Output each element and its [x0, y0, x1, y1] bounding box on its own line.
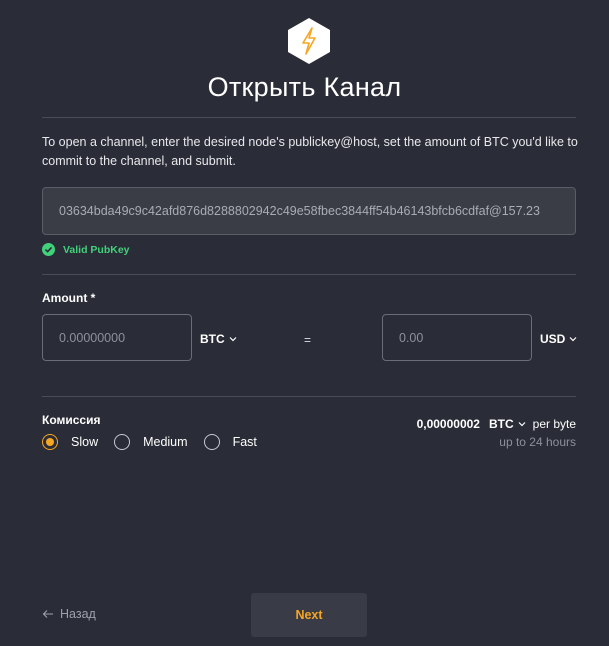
- equals-sign: =: [304, 333, 312, 347]
- intro-text: To open a channel, enter the desired nod…: [42, 135, 578, 168]
- back-label: Назад: [60, 607, 96, 621]
- fee-option-label: Fast: [232, 435, 257, 449]
- chevron-down-icon: [518, 422, 526, 427]
- fee-option-slow[interactable]: Slow: [42, 434, 98, 450]
- crypto-unit-label: BTC: [200, 332, 225, 346]
- check-circle-icon: [42, 243, 55, 256]
- next-button[interactable]: Next: [251, 593, 367, 637]
- divider: [42, 274, 576, 275]
- fee-label: Комиссия: [42, 413, 101, 427]
- chevron-down-icon: [569, 337, 577, 342]
- fiat-unit-label: USD: [540, 332, 566, 346]
- btc-amount-input[interactable]: 0.00000000: [42, 314, 192, 361]
- fee-option-label: Slow: [71, 435, 99, 449]
- lightning-hexagon-icon: [288, 18, 330, 64]
- radio-selected-icon: [42, 434, 58, 450]
- radio-icon: [114, 434, 131, 450]
- fee-per-label: per byte: [532, 417, 576, 431]
- divider: [42, 396, 576, 397]
- fee-amount: 0,00000002: [416, 417, 480, 431]
- fee-option-medium[interactable]: Medium: [114, 434, 188, 450]
- fee-unit-select[interactable]: BTC: [489, 417, 526, 431]
- usd-amount-placeholder: 0.00: [399, 330, 424, 345]
- fee-time-estimate: up to 24 hours: [499, 435, 576, 449]
- pubkey-input[interactable]: 03634bda49c9c42afd876d8288802942c49e58fb…: [42, 187, 576, 235]
- divider: [42, 117, 576, 118]
- arrow-left-icon: [42, 610, 53, 618]
- fee-rate: 0,00000002 BTC per byte: [417, 417, 576, 431]
- amount-label: Amount *: [42, 291, 96, 305]
- pubkey-value: 03634bda49c9c42afd876d8288802942c49e58fb…: [59, 204, 540, 218]
- usd-amount-input[interactable]: 0.00: [382, 314, 532, 361]
- chevron-down-icon: [229, 337, 237, 342]
- fee-option-fast[interactable]: Fast: [203, 434, 257, 450]
- fiat-unit-select[interactable]: USD: [540, 332, 577, 346]
- fee-unit-label: BTC: [488, 417, 514, 431]
- crypto-unit-select[interactable]: BTC: [200, 332, 237, 346]
- pubkey-status: Valid PubKey: [42, 243, 130, 256]
- fee-speed-options: Slow Medium Fast: [42, 434, 273, 450]
- btc-amount-placeholder: 0.00000000: [59, 330, 126, 345]
- fee-option-label: Medium: [143, 435, 188, 449]
- back-button[interactable]: Назад: [42, 607, 96, 621]
- radio-icon: [203, 434, 220, 450]
- pubkey-status-text: Valid PubKey: [63, 243, 130, 256]
- page-title: Открыть Канал: [207, 72, 402, 102]
